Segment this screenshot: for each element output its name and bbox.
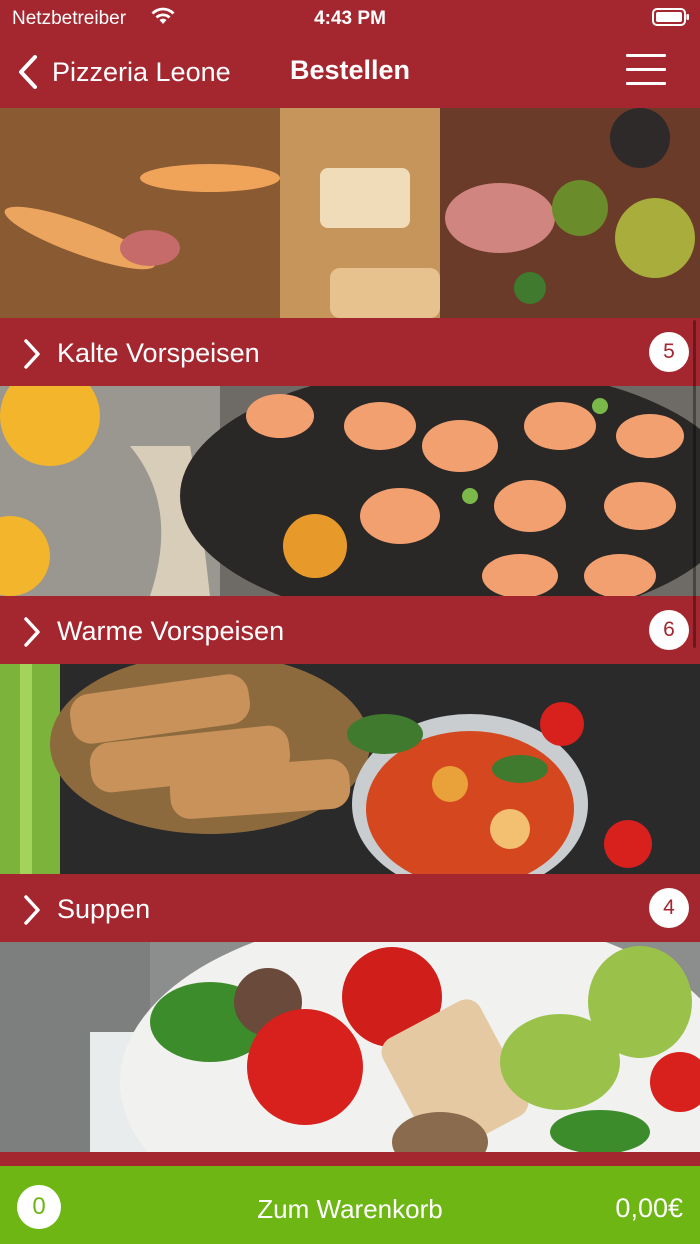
chevron-right-icon: [24, 617, 40, 647]
page-title-text: Bestellen: [289, 55, 411, 85]
category-salate[interactable]: [0, 942, 700, 1152]
category-bar[interactable]: Suppen 4: [0, 874, 700, 942]
page-title: Bestellen: [0, 55, 700, 86]
scroll-indicator[interactable]: [693, 320, 696, 648]
category-label: Kalte Vorspeisen: [57, 338, 260, 368]
category-bar[interactable]: Kalte Vorspeisen 5: [0, 318, 700, 386]
cart-label: Zum Warenkorb: [257, 1194, 443, 1224]
tomato-soup-image: [0, 664, 700, 874]
battery-icon: [652, 8, 689, 26]
status-bar: Netzbetreiber 4:43 PM: [0, 0, 700, 36]
item-count-badge: 4: [649, 888, 689, 928]
clock: 4:43 PM: [314, 8, 386, 29]
category-list[interactable]: Kalte Vorspeisen 5 Warme Vorspeisen 6 Su…: [0, 108, 700, 1152]
cart-total: 0,00€: [615, 1193, 683, 1223]
category-suppen[interactable]: Suppen 4: [0, 664, 700, 942]
grilled-shrimp-image: [0, 386, 700, 596]
category-label: Suppen: [57, 894, 151, 924]
antipasti-platter-image: [0, 108, 700, 318]
chevron-right-icon: [24, 339, 40, 369]
category-warme-vorspeisen[interactable]: Warme Vorspeisen 6: [0, 386, 700, 664]
salad-image: [0, 942, 700, 1152]
menu-icon[interactable]: [626, 54, 666, 88]
category-bar[interactable]: Warme Vorspeisen 6: [0, 596, 700, 664]
category-kalte-vorspeisen[interactable]: Kalte Vorspeisen 5: [0, 108, 700, 386]
item-count-badge: 5: [649, 332, 689, 372]
category-label: Warme Vorspeisen: [57, 616, 285, 646]
navigation-bar: Pizzeria Leone Bestellen: [0, 36, 700, 108]
item-count-badge: 6: [649, 610, 689, 650]
chevron-right-icon: [24, 895, 40, 925]
cart-button[interactable]: 0 Zum Warenkorb 0,00€: [0, 1166, 700, 1244]
